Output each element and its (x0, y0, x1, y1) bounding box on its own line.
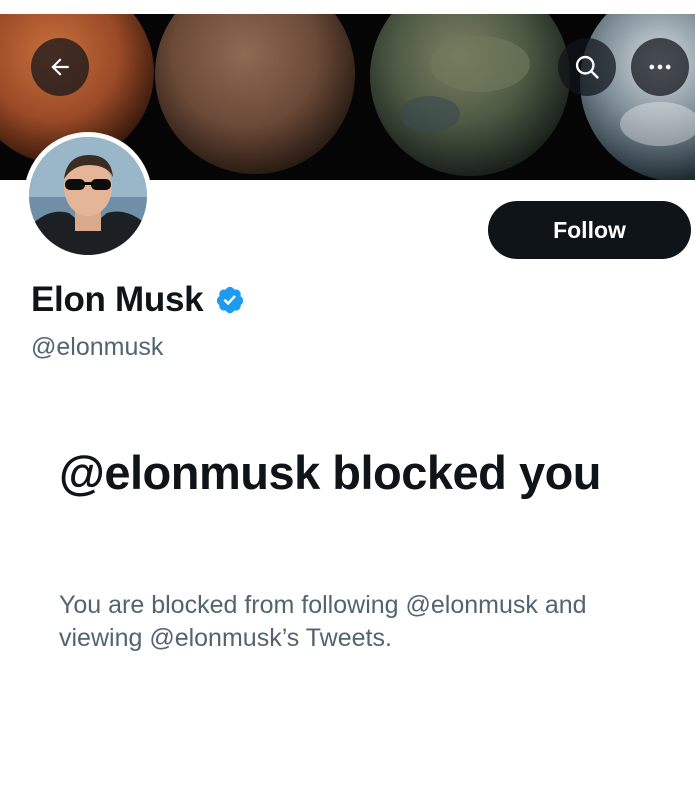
avatar-image (29, 137, 147, 255)
arrow-left-icon (51, 58, 69, 76)
more-options-button[interactable] (631, 38, 689, 96)
avatar[interactable] (24, 132, 152, 260)
profile-name-row: Elon Musk (31, 280, 245, 320)
verified-badge-icon[interactable] (215, 285, 245, 315)
profile-handle: @elonmusk (31, 333, 164, 361)
blocked-description: You are blocked from following @elonmusk… (59, 591, 587, 652)
blocked-title: @elonmusk blocked you (59, 446, 602, 499)
search-icon (575, 55, 599, 79)
more-horizontal-icon (649, 64, 671, 70)
display-name: Elon Musk (31, 280, 204, 319)
follow-button-label: Follow (553, 216, 626, 243)
back-button[interactable] (31, 38, 89, 96)
follow-button[interactable]: Follow (488, 201, 691, 259)
search-button[interactable] (558, 38, 616, 96)
profile-page: Follow Elon Musk @elonmusk @elonmusk blo… (0, 0, 695, 796)
